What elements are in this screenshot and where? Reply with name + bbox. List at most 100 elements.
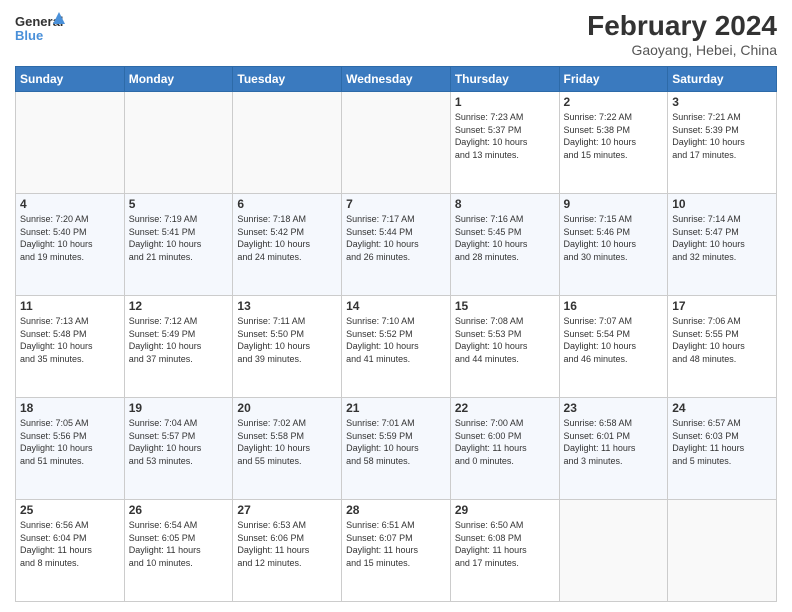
day-info: Sunrise: 7:23 AMSunset: 5:37 PMDaylight:… (455, 111, 555, 161)
calendar-cell (342, 92, 451, 194)
calendar-cell (124, 92, 233, 194)
day-info: Sunrise: 6:57 AMSunset: 6:03 PMDaylight:… (672, 417, 772, 467)
day-number: 22 (455, 401, 555, 415)
weekday-header-row: Sunday Monday Tuesday Wednesday Thursday… (16, 67, 777, 92)
day-number: 6 (237, 197, 337, 211)
day-info: Sunrise: 7:15 AMSunset: 5:46 PMDaylight:… (564, 213, 664, 263)
calendar-cell: 28 Sunrise: 6:51 AMSunset: 6:07 PMDayligh… (342, 500, 451, 602)
day-info: Sunrise: 7:20 AMSunset: 5:40 PMDaylight:… (20, 213, 120, 263)
day-number: 26 (129, 503, 229, 517)
calendar-cell: 10Sunrise: 7:14 AMSunset: 5:47 PMDayligh… (668, 194, 777, 296)
day-number: 13 (237, 299, 337, 313)
calendar-cell: 9Sunrise: 7:15 AMSunset: 5:46 PMDaylight… (559, 194, 668, 296)
title-section: February 2024 Gaoyang, Hebei, China (587, 10, 777, 58)
calendar-cell: 27 Sunrise: 6:53 AMSunset: 6:06 PMDayligh… (233, 500, 342, 602)
header-monday: Monday (124, 67, 233, 92)
header-tuesday: Tuesday (233, 67, 342, 92)
calendar-cell: 25 Sunrise: 6:56 AMSunset: 6:04 PMDayligh… (16, 500, 125, 602)
calendar-cell: 3 Sunrise: 7:21 AMSunset: 5:39 PMDaylight… (668, 92, 777, 194)
subtitle: Gaoyang, Hebei, China (587, 42, 777, 58)
calendar-cell: 2 Sunrise: 7:22 AMSunset: 5:38 PMDaylight… (559, 92, 668, 194)
day-info: Sunrise: 7:04 AMSunset: 5:57 PMDaylight:… (129, 417, 229, 467)
calendar-body: 1 Sunrise: 7:23 AMSunset: 5:37 PMDaylight… (16, 92, 777, 602)
day-info: Sunrise: 7:00 AMSunset: 6:00 PMDaylight:… (455, 417, 555, 467)
day-number: 1 (455, 95, 555, 109)
day-info: Sunrise: 7:16 AMSunset: 5:45 PMDaylight:… (455, 213, 555, 263)
header-wednesday: Wednesday (342, 67, 451, 92)
header-friday: Friday (559, 67, 668, 92)
day-number: 4 (20, 197, 120, 211)
day-number: 7 (346, 197, 446, 211)
calendar-cell: 20 Sunrise: 7:02 AMSunset: 5:58 PMDayligh… (233, 398, 342, 500)
day-info: Sunrise: 7:22 AMSunset: 5:38 PMDaylight:… (564, 111, 664, 161)
day-number: 15 (455, 299, 555, 313)
day-info: Sunrise: 6:53 AMSunset: 6:06 PMDaylight:… (237, 519, 337, 569)
header: General Blue February 2024 Gaoyang, Hebe… (15, 10, 777, 58)
day-info: Sunrise: 7:17 AMSunset: 5:44 PMDaylight:… (346, 213, 446, 263)
calendar-cell: 7 Sunrise: 7:17 AMSunset: 5:44 PMDaylight… (342, 194, 451, 296)
day-info: Sunrise: 7:08 AMSunset: 5:53 PMDaylight:… (455, 315, 555, 365)
day-number: 14 (346, 299, 446, 313)
header-saturday: Saturday (668, 67, 777, 92)
day-number: 10 (672, 197, 772, 211)
week-row-1: 1 Sunrise: 7:23 AMSunset: 5:37 PMDaylight… (16, 92, 777, 194)
calendar-cell: 13Sunrise: 7:11 AMSunset: 5:50 PMDayligh… (233, 296, 342, 398)
day-info: Sunrise: 7:12 AMSunset: 5:49 PMDaylight:… (129, 315, 229, 365)
week-row-2: 4 Sunrise: 7:20 AMSunset: 5:40 PMDaylight… (16, 194, 777, 296)
day-number: 18 (20, 401, 120, 415)
day-info: Sunrise: 7:19 AMSunset: 5:41 PMDaylight:… (129, 213, 229, 263)
calendar-cell: 22 Sunrise: 7:00 AMSunset: 6:00 PMDayligh… (450, 398, 559, 500)
day-number: 27 (237, 503, 337, 517)
day-number: 25 (20, 503, 120, 517)
calendar-cell: 24Sunrise: 6:57 AMSunset: 6:03 PMDayligh… (668, 398, 777, 500)
calendar-cell: 12Sunrise: 7:12 AMSunset: 5:49 PMDayligh… (124, 296, 233, 398)
calendar-cell: 1 Sunrise: 7:23 AMSunset: 5:37 PMDaylight… (450, 92, 559, 194)
calendar-cell: 16Sunrise: 7:07 AMSunset: 5:54 PMDayligh… (559, 296, 668, 398)
day-number: 8 (455, 197, 555, 211)
day-number: 11 (20, 299, 120, 313)
day-info: Sunrise: 7:21 AMSunset: 5:39 PMDaylight:… (672, 111, 772, 161)
day-info: Sunrise: 6:51 AMSunset: 6:07 PMDaylight:… (346, 519, 446, 569)
day-info: Sunrise: 7:18 AMSunset: 5:42 PMDaylight:… (237, 213, 337, 263)
day-number: 19 (129, 401, 229, 415)
calendar-cell: 11 Sunrise: 7:13 AMSunset: 5:48 PMDayligh… (16, 296, 125, 398)
calendar-cell: 15 Sunrise: 7:08 AMSunset: 5:53 PMDayligh… (450, 296, 559, 398)
day-info: Sunrise: 7:02 AMSunset: 5:58 PMDaylight:… (237, 417, 337, 467)
page: General Blue February 2024 Gaoyang, Hebe… (0, 0, 792, 612)
day-info: Sunrise: 7:01 AMSunset: 5:59 PMDaylight:… (346, 417, 446, 467)
day-number: 2 (564, 95, 664, 109)
day-info: Sunrise: 7:10 AMSunset: 5:52 PMDaylight:… (346, 315, 446, 365)
day-number: 16 (564, 299, 664, 313)
week-row-3: 11 Sunrise: 7:13 AMSunset: 5:48 PMDayligh… (16, 296, 777, 398)
logo-svg: General Blue (15, 10, 65, 50)
logo: General Blue (15, 10, 65, 50)
day-info: Sunrise: 7:05 AMSunset: 5:56 PMDaylight:… (20, 417, 120, 467)
calendar-cell: 23Sunrise: 6:58 AMSunset: 6:01 PMDayligh… (559, 398, 668, 500)
day-number: 29 (455, 503, 555, 517)
day-number: 20 (237, 401, 337, 415)
day-number: 28 (346, 503, 446, 517)
day-info: Sunrise: 6:54 AMSunset: 6:05 PMDaylight:… (129, 519, 229, 569)
day-info: Sunrise: 7:06 AMSunset: 5:55 PMDaylight:… (672, 315, 772, 365)
day-number: 21 (346, 401, 446, 415)
calendar-cell: 21 Sunrise: 7:01 AMSunset: 5:59 PMDayligh… (342, 398, 451, 500)
week-row-4: 18 Sunrise: 7:05 AMSunset: 5:56 PMDayligh… (16, 398, 777, 500)
day-info: Sunrise: 7:13 AMSunset: 5:48 PMDaylight:… (20, 315, 120, 365)
calendar-cell (559, 500, 668, 602)
calendar-table: Sunday Monday Tuesday Wednesday Thursday… (15, 66, 777, 602)
main-title: February 2024 (587, 10, 777, 42)
day-info: Sunrise: 6:56 AMSunset: 6:04 PMDaylight:… (20, 519, 120, 569)
calendar-cell: 5Sunrise: 7:19 AMSunset: 5:41 PMDaylight… (124, 194, 233, 296)
calendar-cell: 6 Sunrise: 7:18 AMSunset: 5:42 PMDaylight… (233, 194, 342, 296)
calendar-header: Sunday Monday Tuesday Wednesday Thursday… (16, 67, 777, 92)
day-number: 23 (564, 401, 664, 415)
calendar-cell: 4 Sunrise: 7:20 AMSunset: 5:40 PMDaylight… (16, 194, 125, 296)
header-sunday: Sunday (16, 67, 125, 92)
day-info: Sunrise: 6:50 AMSunset: 6:08 PMDaylight:… (455, 519, 555, 569)
calendar-cell: 8 Sunrise: 7:16 AMSunset: 5:45 PMDaylight… (450, 194, 559, 296)
calendar-cell (16, 92, 125, 194)
calendar-cell: 14 Sunrise: 7:10 AMSunset: 5:52 PMDayligh… (342, 296, 451, 398)
day-number: 3 (672, 95, 772, 109)
svg-text:Blue: Blue (15, 28, 43, 43)
calendar-cell: 26 Sunrise: 6:54 AMSunset: 6:05 PMDayligh… (124, 500, 233, 602)
